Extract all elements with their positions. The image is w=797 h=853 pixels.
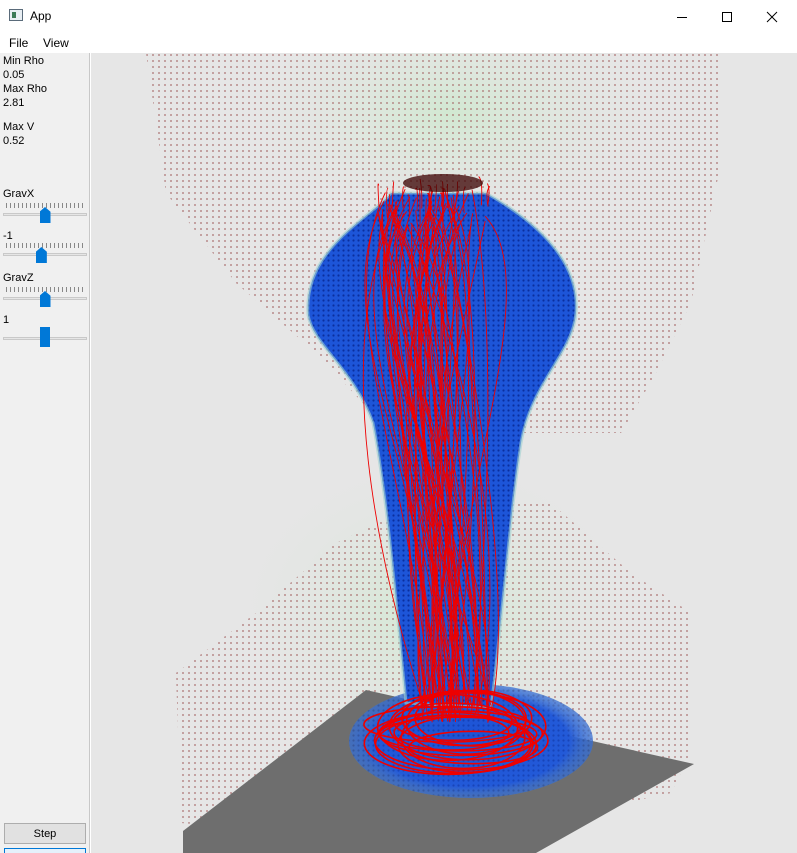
max-v-label: Max V (3, 121, 35, 133)
max-rho-value: 2.81 (3, 97, 25, 109)
grav-z-slider[interactable] (3, 287, 87, 309)
grav-z-label: GravZ (3, 272, 34, 284)
step-button[interactable]: Step (4, 823, 86, 844)
fluid-visualization (146, 53, 721, 853)
app-icon (9, 9, 23, 21)
grav-x-slider[interactable] (3, 203, 87, 225)
maximize-button[interactable] (704, 0, 750, 33)
close-button[interactable] (749, 0, 795, 33)
close-icon (766, 11, 778, 22)
slider-thumb[interactable] (39, 207, 51, 223)
menu-bar: File View (0, 33, 797, 53)
maximize-icon (722, 11, 732, 22)
slider-thumb[interactable] (40, 327, 50, 347)
menu-view[interactable]: View (43, 36, 69, 50)
slider-thumb[interactable] (39, 291, 51, 307)
max-rho-label: Max Rho (3, 83, 48, 95)
fourth-slider[interactable] (3, 327, 87, 349)
minimize-icon (677, 16, 687, 18)
minimize-button[interactable] (659, 0, 705, 33)
slider-ticks (6, 243, 84, 248)
simulation-viewport[interactable] (91, 53, 797, 853)
window-title: App (30, 9, 52, 23)
streamline-top-tangle (403, 174, 483, 192)
slider-thumb[interactable] (35, 247, 47, 263)
max-v-value: 0.52 (3, 135, 25, 147)
fourth-value: 1 (3, 314, 10, 326)
min-rho-label: Min Rho (3, 55, 44, 67)
grav-x-label: GravX (3, 188, 35, 200)
menu-file[interactable]: File (9, 36, 28, 50)
focused-button-edge[interactable] (4, 848, 86, 853)
min-rho-value: 0.05 (3, 69, 25, 81)
grav-y-value: -1 (3, 230, 13, 242)
grav-y-slider[interactable] (3, 243, 87, 265)
title-bar: App (0, 0, 797, 33)
control-panel: Min Rho 0.05 Max Rho 2.81 Max V 0.52 Gra… (0, 53, 90, 853)
